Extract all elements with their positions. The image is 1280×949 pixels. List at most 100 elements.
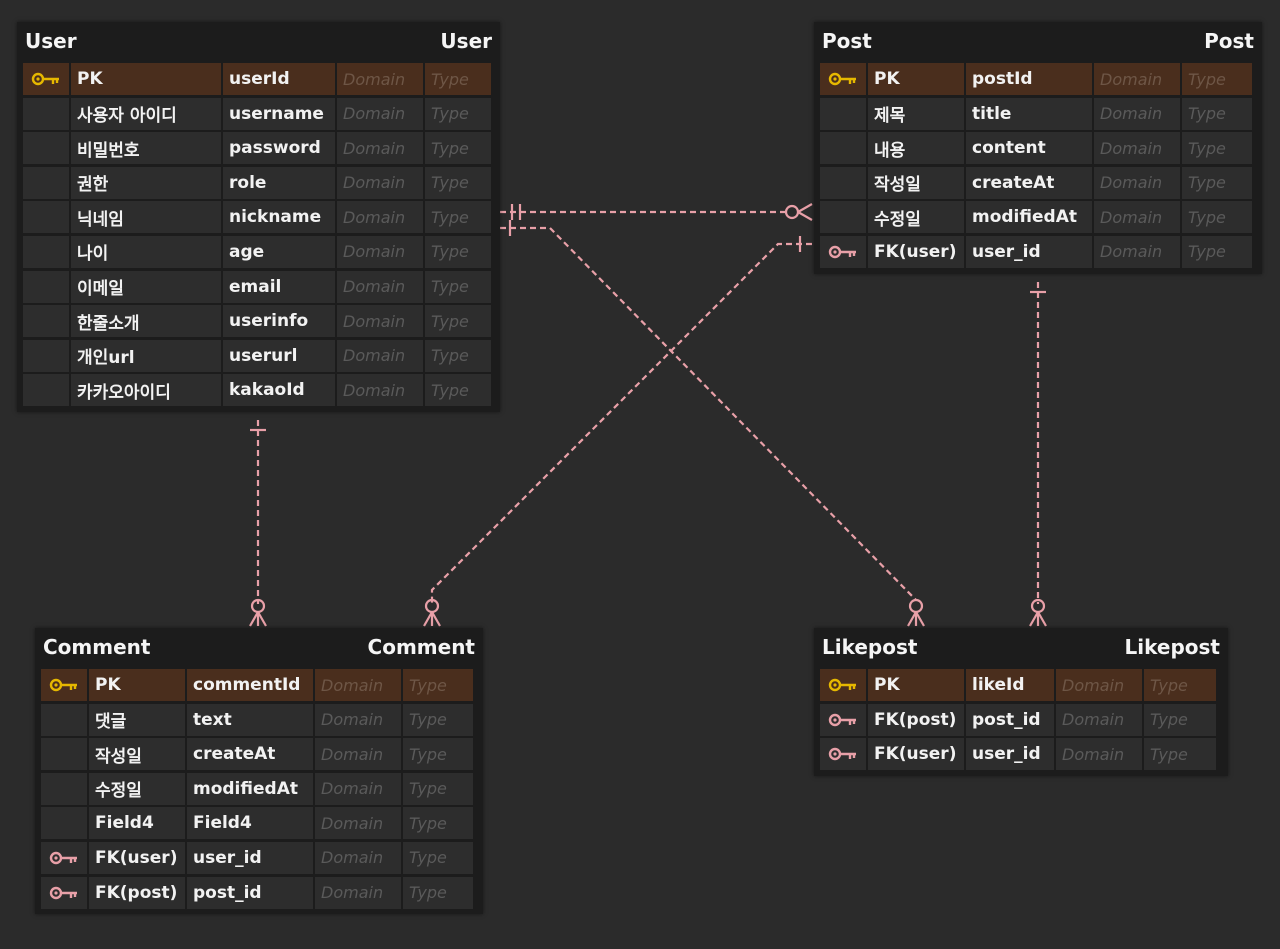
domain-cell[interactable]: Domain (337, 305, 423, 338)
type-cell[interactable]: Type (1182, 166, 1252, 199)
logical-name-cell[interactable]: 댓글 (89, 703, 185, 736)
domain-cell[interactable]: Domain (337, 166, 423, 199)
logical-name-cell[interactable]: FK(user) (89, 841, 185, 874)
key-cell[interactable] (820, 738, 866, 771)
logical-name-cell[interactable]: 제목 (868, 97, 964, 130)
domain-cell[interactable]: Domain (315, 669, 401, 701)
column-row[interactable]: PK postId Domain Type (820, 62, 1256, 97)
logical-name-cell[interactable]: 사용자 아이디 (71, 97, 221, 130)
domain-cell[interactable]: Domain (337, 63, 423, 95)
type-cell[interactable]: Type (425, 97, 491, 130)
entity-header[interactable]: User User (17, 22, 500, 60)
key-cell[interactable] (23, 235, 69, 268)
type-cell[interactable]: Type (425, 270, 491, 303)
physical-name-cell[interactable]: username (223, 97, 335, 130)
type-cell[interactable]: Type (403, 807, 473, 840)
column-row[interactable]: 제목 title Domain Type (820, 97, 1256, 132)
physical-name-cell[interactable]: email (223, 270, 335, 303)
physical-name-cell[interactable]: likeId (966, 669, 1054, 701)
key-cell[interactable] (820, 132, 866, 165)
column-row[interactable]: 작성일 createAt Domain Type (41, 737, 477, 772)
logical-name-cell[interactable]: FK(user) (868, 235, 964, 268)
logical-name-cell[interactable]: 닉네임 (71, 201, 221, 234)
domain-cell[interactable]: Domain (1056, 738, 1142, 771)
logical-name-cell[interactable]: 수정일 (868, 201, 964, 234)
column-row[interactable]: 카카오아이디 kakaoId Domain Type (23, 373, 494, 408)
key-cell[interactable] (820, 669, 866, 701)
domain-cell[interactable]: Domain (1056, 703, 1142, 736)
type-cell[interactable]: Type (1182, 201, 1252, 234)
key-cell[interactable] (41, 738, 87, 771)
type-cell[interactable]: Type (425, 166, 491, 199)
key-cell[interactable] (820, 166, 866, 199)
physical-name-cell[interactable]: role (223, 166, 335, 199)
logical-name-cell[interactable]: 나이 (71, 235, 221, 268)
key-cell[interactable] (23, 97, 69, 130)
column-row[interactable]: 댓글 text Domain Type (41, 703, 477, 738)
domain-cell[interactable]: Domain (315, 807, 401, 840)
entity-header[interactable]: Post Post (814, 22, 1262, 60)
domain-cell[interactable]: Domain (337, 201, 423, 234)
entity-header[interactable]: Comment Comment (35, 628, 483, 666)
physical-name-cell[interactable]: nickname (223, 201, 335, 234)
column-row[interactable]: PK commentId Domain Type (41, 668, 477, 703)
type-cell[interactable]: Type (1182, 63, 1252, 95)
type-cell[interactable]: Type (425, 63, 491, 95)
physical-name-cell[interactable]: createAt (187, 738, 313, 771)
logical-name-cell[interactable]: FK(post) (89, 876, 185, 909)
entity-post[interactable]: Post Post PK postId Domain Type 제목 title Domain T… (814, 22, 1262, 274)
column-row[interactable]: 닉네임 nickname Domain Type (23, 200, 494, 235)
key-cell[interactable] (23, 166, 69, 199)
key-cell[interactable] (23, 63, 69, 95)
domain-cell[interactable]: Domain (1056, 669, 1142, 701)
physical-name-cell[interactable]: post_id (966, 703, 1054, 736)
key-cell[interactable] (820, 63, 866, 95)
logical-name-cell[interactable]: PK (868, 669, 964, 701)
column-row[interactable]: 개인url userurl Domain Type (23, 339, 494, 374)
logical-name-cell[interactable]: PK (868, 63, 964, 95)
key-cell[interactable] (820, 235, 866, 268)
column-row[interactable]: PK userId Domain Type (23, 62, 494, 97)
column-row[interactable]: 이메일 email Domain Type (23, 270, 494, 305)
type-cell[interactable]: Type (1182, 132, 1252, 165)
column-row[interactable]: FK(user) user_id Domain Type (820, 737, 1222, 772)
type-cell[interactable]: Type (403, 703, 473, 736)
domain-cell[interactable]: Domain (315, 738, 401, 771)
physical-name-cell[interactable]: Field4 (187, 807, 313, 840)
type-cell[interactable]: Type (403, 772, 473, 805)
key-cell[interactable] (41, 876, 87, 909)
column-row[interactable]: 내용 content Domain Type (820, 131, 1256, 166)
logical-name-cell[interactable]: 비밀번호 (71, 132, 221, 165)
type-cell[interactable]: Type (425, 339, 491, 372)
key-cell[interactable] (23, 201, 69, 234)
type-cell[interactable]: Type (403, 669, 473, 701)
key-cell[interactable] (820, 703, 866, 736)
type-cell[interactable]: Type (1144, 738, 1216, 771)
physical-name-cell[interactable]: userId (223, 63, 335, 95)
key-cell[interactable] (23, 270, 69, 303)
domain-cell[interactable]: Domain (337, 339, 423, 372)
domain-cell[interactable]: Domain (315, 841, 401, 874)
type-cell[interactable]: Type (1144, 669, 1216, 701)
logical-name-cell[interactable]: 작성일 (89, 738, 185, 771)
key-cell[interactable] (41, 841, 87, 874)
type-cell[interactable]: Type (1182, 97, 1252, 130)
column-row[interactable]: PK likeId Domain Type (820, 668, 1222, 703)
key-cell[interactable] (23, 339, 69, 372)
type-cell[interactable]: Type (425, 305, 491, 338)
entity-likepost[interactable]: Likepost Likepost PK likeId Domain Type FK(pos… (814, 628, 1228, 776)
relation-user-likepost[interactable] (500, 226, 917, 601)
entity-comment[interactable]: Comment Comment PK commentId Domain Type 댓글 tex… (35, 628, 483, 915)
physical-name-cell[interactable]: content (966, 132, 1092, 165)
logical-name-cell[interactable]: PK (89, 669, 185, 701)
domain-cell[interactable]: Domain (337, 235, 423, 268)
physical-name-cell[interactable]: age (223, 235, 335, 268)
type-cell[interactable]: Type (403, 876, 473, 909)
key-cell[interactable] (23, 374, 69, 407)
physical-name-cell[interactable]: userinfo (223, 305, 335, 338)
key-cell[interactable] (41, 703, 87, 736)
domain-cell[interactable]: Domain (1094, 201, 1180, 234)
type-cell[interactable]: Type (425, 235, 491, 268)
physical-name-cell[interactable]: post_id (187, 876, 313, 909)
entity-user[interactable]: User User PK userId Domain Type 사용자 아이디 usernam… (17, 22, 500, 412)
